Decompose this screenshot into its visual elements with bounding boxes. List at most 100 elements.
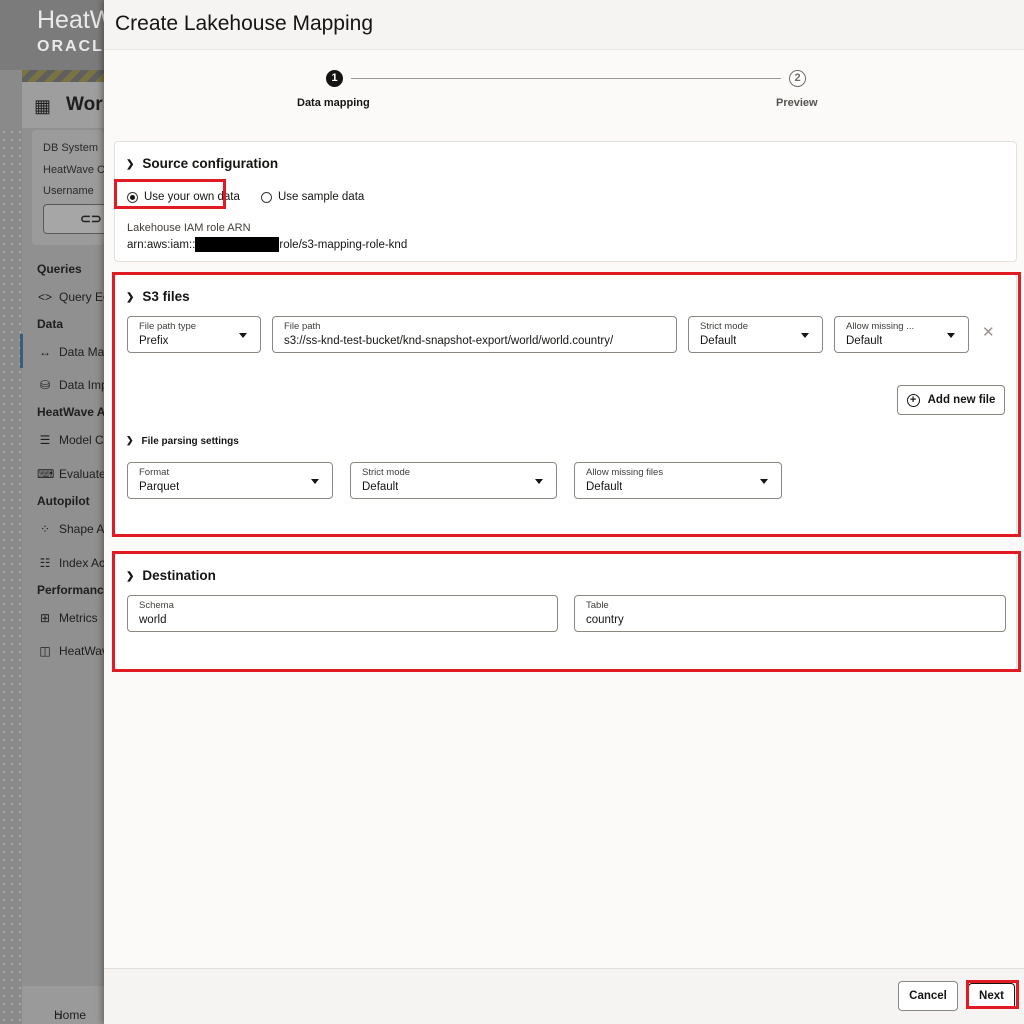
iam-arn-prefix: arn:aws:iam:: bbox=[127, 238, 196, 251]
remove-file-icon[interactable]: ✕ bbox=[982, 323, 995, 341]
heatwave-icon: ◫ bbox=[39, 644, 51, 658]
caret-down-icon bbox=[311, 479, 319, 484]
step-1-label[interactable]: Data mapping bbox=[297, 97, 370, 109]
info-label: DB System bbox=[43, 142, 99, 154]
nav-item-heatwave[interactable]: ◫ HeatWav bbox=[37, 644, 108, 658]
active-indicator bbox=[20, 334, 23, 368]
redacted-account-id bbox=[195, 237, 280, 252]
caret-down-icon bbox=[760, 479, 768, 484]
step-1-indicator[interactable]: 1 bbox=[326, 70, 343, 87]
nav-section-heatwave-automl: HeatWave A bbox=[37, 405, 106, 419]
source-configuration-card: ❯ Source configuration Use your own data … bbox=[114, 141, 1017, 262]
nav-item-label: Data Imp bbox=[59, 378, 108, 392]
nav-item-data-mapping[interactable]: ↔ Data Ma bbox=[37, 345, 104, 359]
field-label: Strict mode bbox=[362, 467, 411, 478]
field-label: Table bbox=[586, 600, 609, 611]
nav-item-label: Query Ed bbox=[59, 290, 110, 304]
nav-item-label: Data Ma bbox=[59, 345, 105, 359]
section-title: Source configuration bbox=[142, 156, 279, 171]
parsing-allow-missing-files-select[interactable]: Allow missing files Default bbox=[574, 462, 782, 499]
cancel-button[interactable]: Cancel bbox=[898, 981, 958, 1011]
decorative-stripe bbox=[22, 70, 104, 82]
dot-pattern bbox=[0, 128, 22, 1024]
field-value: Default bbox=[362, 481, 399, 493]
s3-files-card: ❯ S3 files File path type Prefix File pat… bbox=[114, 274, 1017, 535]
add-new-file-button[interactable]: + Add new file bbox=[897, 385, 1005, 415]
nav-item-index-advisor[interactable]: ☷ Index Ac bbox=[37, 556, 105, 570]
info-label: Username bbox=[43, 185, 94, 197]
brand-name: HeatW bbox=[37, 6, 114, 34]
field-label: Format bbox=[139, 467, 170, 478]
strict-mode-select[interactable]: Strict mode Default bbox=[688, 316, 823, 353]
file-path-type-select[interactable]: File path type Prefix bbox=[127, 316, 261, 353]
file-parsing-settings-header[interactable]: ❯ File parsing settings bbox=[126, 435, 239, 447]
field-label: Allow missing ... bbox=[846, 321, 915, 332]
nav-item-metrics[interactable]: ⊞ Metrics bbox=[37, 611, 98, 625]
caret-down-icon bbox=[947, 333, 955, 338]
oracle-logo: ORACL bbox=[37, 38, 104, 55]
nav-item-evaluate[interactable]: ⌨ Evaluate bbox=[37, 467, 106, 481]
create-lakehouse-mapping-drawer: Create Lakehouse Mapping 1 Data mapping … bbox=[104, 0, 1024, 1024]
file-path-input[interactable]: File path s3://ss-knd-test-bucket/knd-sn… bbox=[272, 316, 677, 353]
field-label: File path bbox=[284, 321, 321, 332]
destination-header[interactable]: ❯ Destination bbox=[126, 568, 216, 583]
iam-role-value: arn:aws:iam:: role/s3-mapping-role-knd bbox=[127, 237, 407, 252]
button-label: Add new file bbox=[927, 394, 996, 406]
step-2-label[interactable]: Preview bbox=[776, 97, 818, 109]
radio-use-sample-data[interactable]: Use sample data bbox=[261, 191, 364, 203]
info-label: HeatWave C bbox=[43, 164, 105, 176]
source-configuration-header[interactable]: ❯ Source configuration bbox=[126, 156, 278, 171]
connection-info: DB System HeatWave C Username ⊂⊃ bbox=[32, 130, 113, 245]
radio-label: Use sample data bbox=[278, 191, 365, 203]
section-title: Destination bbox=[142, 568, 216, 583]
step-2-indicator[interactable]: 2 bbox=[789, 70, 806, 87]
nav-item-model-catalog[interactable]: ☰ Model C bbox=[37, 433, 104, 447]
chevron-down-icon: ❯ bbox=[126, 435, 134, 445]
connect-button[interactable]: ⊂⊃ bbox=[43, 204, 113, 234]
database-icon: ⛁ bbox=[39, 378, 51, 392]
radio-use-own-data[interactable]: Use your own data bbox=[127, 191, 240, 203]
next-button[interactable]: Next bbox=[968, 983, 1015, 1009]
nav-section-autopilot: Autopilot bbox=[37, 494, 90, 508]
stepper-line bbox=[351, 78, 781, 79]
table-input[interactable]: Table country bbox=[574, 595, 1006, 632]
field-value: Parquet bbox=[139, 481, 180, 493]
home-label: Home bbox=[54, 1008, 87, 1022]
nav-item-label: Metrics bbox=[59, 611, 98, 625]
nav-section-data: Data bbox=[37, 317, 64, 331]
nav-item-label: Model C bbox=[59, 433, 104, 447]
field-label: Allow missing files bbox=[586, 467, 664, 478]
allow-missing-select[interactable]: Allow missing ... Default bbox=[834, 316, 969, 353]
iam-arn-suffix: role/s3-mapping-role-knd bbox=[279, 238, 408, 251]
field-value: Default bbox=[846, 335, 883, 347]
field-value: country bbox=[586, 614, 624, 626]
format-select[interactable]: Format Parquet bbox=[127, 462, 333, 499]
schema-input[interactable]: Schema world bbox=[127, 595, 558, 632]
drawer-header: Create Lakehouse Mapping bbox=[104, 0, 1024, 50]
chevron-down-icon: ❯ bbox=[126, 292, 135, 303]
section-title: S3 files bbox=[142, 289, 190, 304]
field-value: world bbox=[139, 614, 167, 626]
section-title: File parsing settings bbox=[141, 436, 239, 447]
nav-item-label: Evaluate bbox=[59, 467, 106, 481]
parsing-strict-mode-select[interactable]: Strict mode Default bbox=[350, 462, 557, 499]
nav-item-label: HeatWav bbox=[59, 644, 108, 658]
nav-item-shape-advisor[interactable]: ⁘ Shape A bbox=[37, 522, 104, 536]
nav-item-label: Shape A bbox=[59, 522, 105, 536]
code-icon: <> bbox=[37, 290, 52, 304]
s3-files-header[interactable]: ❯ S3 files bbox=[126, 289, 190, 304]
page-title: Wor bbox=[66, 94, 103, 115]
field-label: File path type bbox=[139, 321, 197, 332]
add-circle-icon: + bbox=[906, 393, 920, 407]
nav-item-label: Index Ac bbox=[59, 556, 106, 570]
nav-item-query-editor[interactable]: <> Query Ed bbox=[37, 290, 110, 304]
chevron-down-icon: ❯ bbox=[126, 571, 135, 582]
caret-down-icon bbox=[535, 479, 543, 484]
page-header: ▦ Wor bbox=[22, 82, 104, 128]
radio-unselected-icon bbox=[261, 191, 272, 203]
metrics-icon: ⊞ bbox=[39, 611, 51, 625]
field-value: s3://ss-knd-test-bucket/knd-snapshot-exp… bbox=[284, 335, 614, 347]
home-button[interactable]: ⌂ Home bbox=[22, 986, 104, 1024]
keyboard-icon: ⌨ bbox=[37, 467, 55, 481]
nav-item-data-import[interactable]: ⛁ Data Imp bbox=[37, 378, 108, 392]
